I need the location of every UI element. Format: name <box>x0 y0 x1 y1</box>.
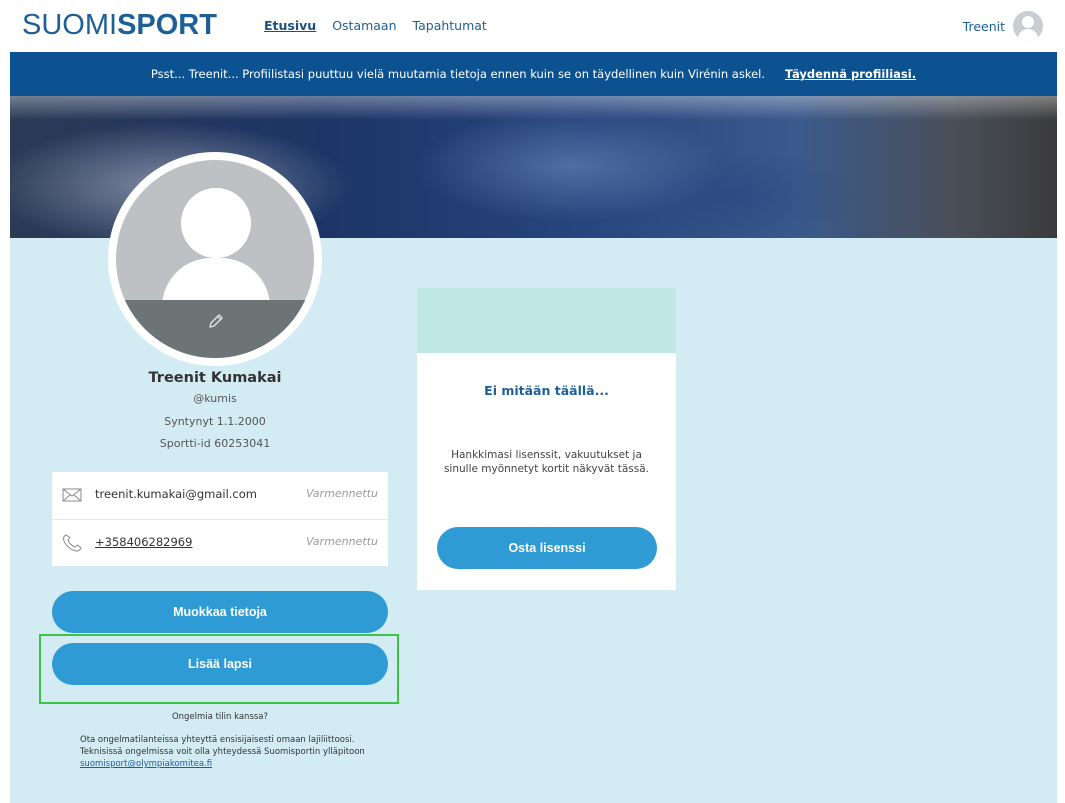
profile-birthdate: Syntynyt 1.1.2000 <box>164 415 266 428</box>
user-avatar-icon[interactable] <box>1013 11 1043 41</box>
license-card: Ei mitään täällä... Hankkimasi lisenssit… <box>417 288 676 590</box>
envelope-icon <box>62 488 82 502</box>
profile-picture[interactable] <box>108 152 322 366</box>
help-title: Ongelmia tilin kanssa? <box>171 712 269 722</box>
phone-verified-status: Varmennettu <box>306 535 378 548</box>
phone-row: +358406282969 Varmennettu <box>52 520 388 566</box>
user-menu[interactable]: Treenit <box>963 11 1043 41</box>
logo-light-text: SUOMI <box>22 9 118 41</box>
avatar-placeholder-icon <box>116 160 314 358</box>
phone-icon <box>63 534 82 552</box>
license-card-header <box>417 288 676 353</box>
email-verified-status: Varmennettu <box>306 487 378 500</box>
edit-profile-button[interactable]: Muokkaa tietoja <box>52 591 388 633</box>
nav-ostamaan[interactable]: Ostamaan <box>332 18 396 33</box>
help-body: Ota ongelmatilanteissa yhteyttä ensisija… <box>80 734 370 770</box>
contact-info-card: treenit.kumakai@gmail.com Varmennettu +3… <box>52 472 388 566</box>
top-header: SUOMISPORT Etusivu Ostamaan Tapahtumat T… <box>0 0 1065 50</box>
pencil-icon[interactable] <box>207 312 225 330</box>
license-empty-title: Ei mitään täällä... <box>484 383 609 398</box>
email-row: treenit.kumakai@gmail.com Varmennettu <box>52 472 388 518</box>
main-nav: Etusivu Ostamaan Tapahtumat <box>264 18 487 33</box>
notice-text: Psst... Treenit... Profiilistasi puuttuu… <box>150 67 766 81</box>
profile-name: Treenit Kumakai <box>148 370 282 386</box>
phone-value[interactable]: +358406282969 <box>95 535 192 549</box>
buy-license-button[interactable]: Osta lisenssi <box>437 527 657 569</box>
complete-profile-link[interactable]: Täydennä profiiliasi. <box>785 67 916 81</box>
profile-handle: @kumis <box>193 392 237 405</box>
nav-etusivu[interactable]: Etusivu <box>264 18 316 33</box>
nav-tapahtumat[interactable]: Tapahtumat <box>413 18 487 33</box>
logo-bold-text: SPORT <box>117 9 217 41</box>
user-name[interactable]: Treenit <box>963 19 1005 34</box>
profile-incomplete-notice: Psst... Treenit... Profiilistasi puuttuu… <box>10 52 1057 96</box>
suomisport-logo[interactable]: SUOMISPORT <box>22 9 217 42</box>
license-empty-description: Hankkimasi lisenssit, vakuutukset ja sin… <box>443 449 650 475</box>
help-body-text: Ota ongelmatilanteissa yhteyttä ensisija… <box>80 735 365 757</box>
support-email-link[interactable]: suomisport@olympiakomitea.fi <box>80 759 212 769</box>
email-value: treenit.kumakai@gmail.com <box>95 487 257 501</box>
profile-sportti-id: Sportti-id 60253041 <box>159 437 271 450</box>
add-child-button[interactable]: Lisää lapsi <box>52 643 388 685</box>
